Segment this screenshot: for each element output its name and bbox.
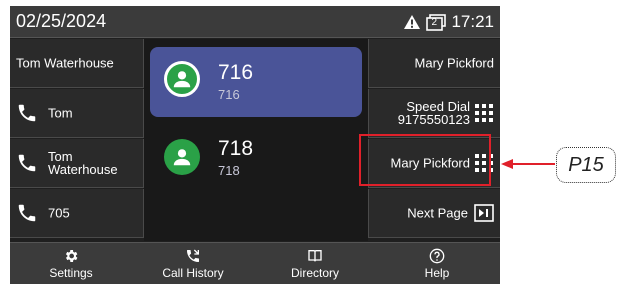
callout-label: P15 xyxy=(556,147,616,183)
avatar xyxy=(164,139,200,175)
line-key-5[interactable]: Mary Pickford xyxy=(368,39,500,88)
line-key-4[interactable]: 705 xyxy=(10,189,144,238)
line-key-label: Mary Pickford xyxy=(414,55,494,71)
phone-icon xyxy=(18,204,36,222)
avatar xyxy=(164,61,200,97)
status-time: 17:21 xyxy=(451,12,494,31)
person-icon xyxy=(173,71,191,88)
book-icon xyxy=(308,250,322,262)
line-key-label-line2: Waterhouse xyxy=(48,162,118,177)
line-badge-number: 2 xyxy=(431,16,438,28)
keypad-icon xyxy=(475,104,493,122)
softkey-label: Help xyxy=(424,266,450,280)
phone-icon xyxy=(18,104,36,122)
line-key-label: Tom xyxy=(48,105,73,121)
line-key-2[interactable]: Tom xyxy=(10,89,144,138)
softkey-label: Settings xyxy=(49,266,93,280)
line-716[interactable]: 716 716 xyxy=(150,47,362,117)
line-badge-icon: 2 xyxy=(426,13,447,31)
speed-dial-number: 9175550123 xyxy=(397,112,470,127)
line-key-3[interactable]: Tom Waterhouse xyxy=(10,139,144,188)
line-number: 716 xyxy=(218,61,254,84)
status-date: 02/25/2024 xyxy=(16,11,107,31)
person-icon xyxy=(173,149,191,166)
gear-icon xyxy=(65,250,78,262)
next-page-icon xyxy=(474,204,494,222)
status-bar: 02/25/2024 2 17:21 xyxy=(10,6,500,38)
softkey-label: Directory xyxy=(290,266,339,280)
next-page-key[interactable]: Next Page xyxy=(368,189,500,238)
highlight-box xyxy=(359,134,491,186)
softkey-help[interactable]: Help xyxy=(376,243,498,284)
line-list: 716 716 718 718 xyxy=(144,39,368,241)
call-history-icon xyxy=(187,249,199,262)
callout-arrow-icon xyxy=(501,159,555,169)
softkey-call-history[interactable]: Call History xyxy=(132,243,254,284)
line-sub-number: 716 xyxy=(218,87,240,102)
line-key-label: Next Page xyxy=(407,205,468,221)
line-key-label: 705 xyxy=(48,205,70,221)
softkey-bar: Settings Call History Directory Help xyxy=(10,242,500,284)
line-number: 718 xyxy=(218,137,254,160)
line-sub-number: 718 xyxy=(218,163,240,178)
phone-icon xyxy=(18,154,36,172)
softkey-settings[interactable]: Settings xyxy=(10,243,132,284)
line-key-label: Speed Dial 9175550123 xyxy=(398,100,470,126)
status-indicators: 2 17:21 xyxy=(403,12,494,32)
softkey-directory[interactable]: Directory xyxy=(254,243,376,284)
line-718[interactable]: 718 718 xyxy=(150,125,362,195)
left-line-keys: Tom Waterhouse Tom Tom Waterhouse 705 xyxy=(10,39,144,241)
line-key-1[interactable]: Tom Waterhouse xyxy=(10,39,144,88)
speed-dial-key[interactable]: Speed Dial 9175550123 xyxy=(368,89,500,138)
warning-icon xyxy=(404,15,421,29)
line-key-label: Tom Waterhouse xyxy=(16,55,114,71)
line-key-label: Tom Waterhouse xyxy=(48,150,118,176)
softkey-label: Call History xyxy=(162,266,224,280)
help-icon xyxy=(429,248,445,264)
